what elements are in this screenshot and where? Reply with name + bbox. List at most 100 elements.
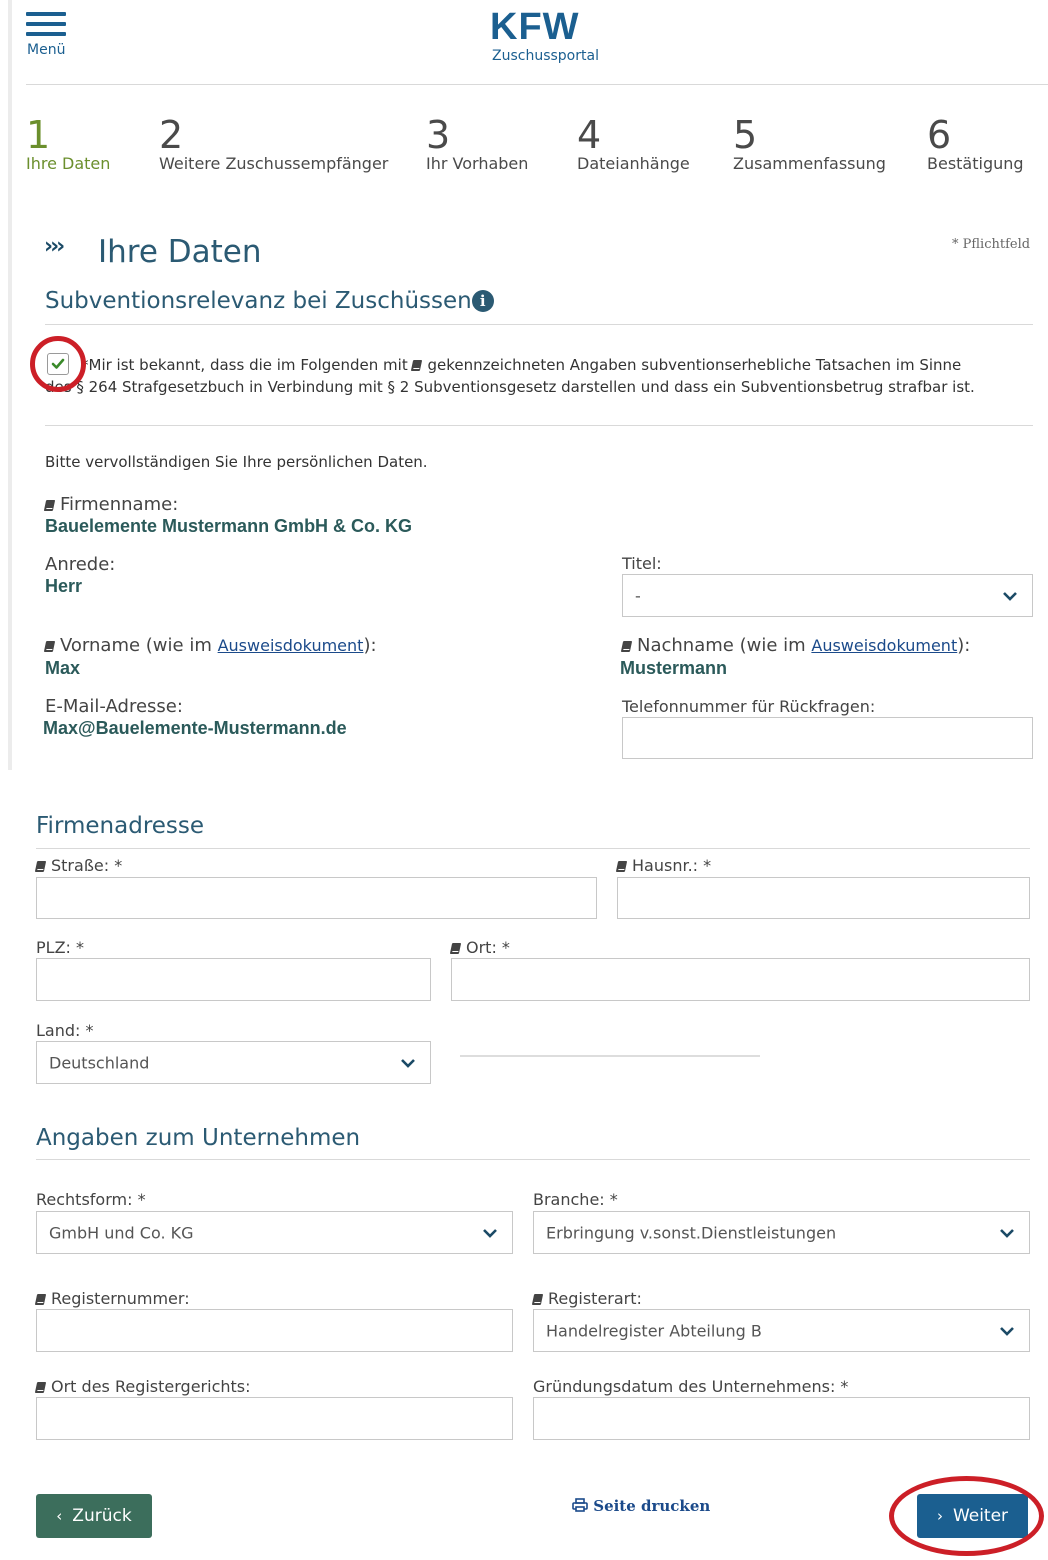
- step-number: 4: [577, 113, 602, 157]
- rechtsform-label: Rechtsform: *: [36, 1190, 146, 1209]
- ausweisdokument-link[interactable]: Ausweisdokument: [811, 636, 957, 655]
- nachname-label: Nachname (wie im Ausweisdokument):: [620, 635, 970, 656]
- nachname-value: Mustermann: [620, 658, 728, 678]
- step-2: 2 Weitere Zuschussempfänger: [159, 116, 388, 173]
- registergericht-label: Ort des Registergerichts:: [34, 1377, 251, 1396]
- gruendungsdatum-input[interactable]: [533, 1397, 1030, 1440]
- ort-label: Ort: *: [449, 938, 510, 957]
- chevron-right-icon: ›: [936, 1507, 943, 1525]
- step-label: Dateianhänge: [577, 154, 690, 173]
- menu-label[interactable]: Menü: [27, 42, 65, 58]
- hausnr-input[interactable]: [617, 877, 1030, 919]
- chevron-left-icon: ‹: [56, 1507, 63, 1525]
- anrede-value: Herr: [45, 576, 83, 596]
- chevrons-icon: ›››: [44, 234, 65, 259]
- subvention-checkbox[interactable]: [47, 353, 69, 375]
- chevron-down-icon: [1003, 591, 1017, 601]
- subvention-marker-icon: [620, 641, 633, 652]
- branche-select[interactable]: Erbringung v.sonst.Dienstleistungen: [533, 1211, 1030, 1254]
- email-label: E-Mail-Adresse:: [45, 696, 183, 717]
- subvention-marker-icon: [43, 641, 56, 652]
- registerart-select[interactable]: Handelregister Abteilung B: [533, 1309, 1030, 1352]
- registernummer-input[interactable]: [36, 1309, 513, 1352]
- chevron-down-icon: [1000, 1228, 1014, 1238]
- step-5: 5 Zusammenfassung: [733, 116, 886, 173]
- kfw-logo: KFW: [490, 6, 580, 48]
- registernummer-label: Registernummer:: [34, 1289, 190, 1308]
- vorname-label: Vorname (wie im Ausweisdokument):: [43, 635, 377, 656]
- subvention-marker-icon: [34, 1294, 47, 1305]
- subvention-title-text: Subventionsrelevanz bei Zuschüssen: [45, 288, 472, 314]
- titel-label: Titel:: [622, 554, 662, 573]
- subvention-marker-icon: [34, 1382, 47, 1393]
- branche-selected-value: Erbringung v.sonst.Dienstleistungen: [546, 1223, 837, 1242]
- titel-selected-value: -: [635, 586, 641, 605]
- hamburger-menu-icon[interactable]: [26, 12, 68, 40]
- rechtsform-selected-value: GmbH und Co. KG: [49, 1223, 194, 1242]
- step-4: 4 Dateianhänge: [577, 116, 690, 173]
- strasse-input[interactable]: [36, 877, 597, 919]
- required-field-note: * Pflichtfeld: [952, 237, 1031, 252]
- subvention-marker-icon: [531, 1294, 544, 1305]
- next-button[interactable]: › Weiter: [917, 1494, 1028, 1538]
- print-link[interactable]: Seite drucken: [572, 1497, 710, 1515]
- step-1: 1 Ihre Daten: [26, 116, 110, 173]
- plz-label: PLZ: *: [36, 938, 84, 957]
- gruendungsdatum-label: Gründungsdatum des Unternehmens: *: [533, 1377, 849, 1396]
- land-label: Land: *: [36, 1021, 94, 1040]
- ort-input[interactable]: [451, 958, 1030, 1001]
- land-select[interactable]: Deutschland: [36, 1041, 431, 1084]
- blurred-area: [460, 1055, 760, 1057]
- step-number: 2: [159, 113, 184, 157]
- portal-subtitle: Zuschussportal: [492, 48, 599, 64]
- subvention-marker-icon: [411, 360, 423, 371]
- land-selected-value: Deutschland: [49, 1053, 150, 1072]
- back-button[interactable]: ‹ Zurück: [36, 1494, 152, 1538]
- print-link-label: Seite drucken: [593, 1497, 711, 1515]
- subvention-marker-icon: [43, 500, 56, 511]
- firmenname-label: Firmenname:: [43, 494, 178, 515]
- subvention-marker-icon: [615, 861, 628, 872]
- step-label: Weitere Zuschussempfänger: [159, 154, 389, 173]
- phone-input[interactable]: [622, 717, 1033, 759]
- registergericht-input[interactable]: [36, 1397, 513, 1440]
- subvention-notice: *Mir ist bekannt, dass die im Folgenden …: [45, 354, 1035, 398]
- step-number: 3: [426, 113, 451, 157]
- plz-input[interactable]: [36, 958, 431, 1001]
- firmenname-value: Bauelemente Mustermann GmbH & Co. KG: [45, 516, 413, 536]
- step-number: 1: [26, 113, 51, 157]
- subvention-marker-icon: [34, 861, 47, 872]
- printer-icon: [572, 1498, 588, 1512]
- info-icon[interactable]: i: [471, 290, 494, 312]
- notice-text-line2: des § 264 Strafgesetzbuch in Verbindung …: [45, 378, 975, 396]
- chevron-down-icon: [483, 1228, 497, 1238]
- chevron-down-icon: [401, 1058, 415, 1068]
- titel-select[interactable]: -: [622, 574, 1033, 617]
- branche-label: Branche: *: [533, 1190, 618, 1209]
- registerart-selected-value: Handelregister Abteilung B: [546, 1321, 762, 1340]
- notice-text-part2: gekennzeichneten Angaben subventionserhe…: [427, 356, 962, 374]
- page-title: Ihre Daten: [98, 234, 262, 270]
- subvention-marker-icon: [449, 943, 462, 954]
- step-6: 6 Bestätigung: [927, 116, 1024, 173]
- subvention-section-title: Subventionsrelevanz bei Zuschüssen i: [45, 288, 494, 314]
- step-label: Ihre Daten: [26, 154, 111, 173]
- ausweisdokument-link[interactable]: Ausweisdokument: [218, 636, 364, 655]
- hausnr-label: Hausnr.: *: [615, 856, 711, 875]
- header-divider: [26, 84, 1048, 85]
- step-number: 6: [927, 113, 952, 157]
- checkmark-icon: [51, 358, 65, 369]
- step-number: 5: [733, 113, 758, 157]
- rechtsform-select[interactable]: GmbH und Co. KG: [36, 1211, 513, 1254]
- notice-text-part1: *Mir ist bekannt, dass die im Folgenden …: [81, 356, 408, 374]
- step-label: Zusammenfassung: [733, 154, 886, 173]
- section-divider: [36, 848, 1030, 849]
- next-button-label: Weiter: [952, 1506, 1009, 1526]
- strasse-label: Straße: *: [34, 856, 122, 875]
- phone-label: Telefonnummer für Rückfragen:: [622, 697, 876, 716]
- section-divider: [45, 425, 1033, 426]
- company-section-title: Angaben zum Unternehmen: [36, 1125, 361, 1151]
- step-label: Ihr Vorhaben: [426, 154, 529, 173]
- step-label: Bestätigung: [927, 154, 1024, 173]
- back-button-label: Zurück: [72, 1506, 132, 1526]
